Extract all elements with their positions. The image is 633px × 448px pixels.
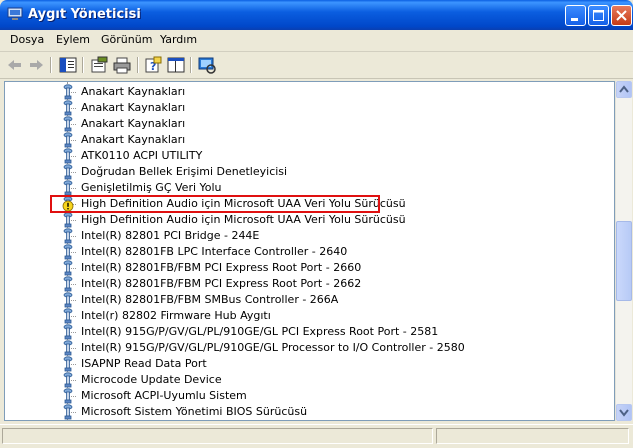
device-label: Anakart Kaynakları xyxy=(81,85,186,98)
device-row[interactable]: ATK0110 ACPI UTILITY xyxy=(5,148,614,164)
device-row[interactable]: Intel(R) 82801 PCI Bridge - 244E xyxy=(5,228,614,244)
device-row[interactable]: Microsoft Sistem Yönetimi BIOS Sürücüsü xyxy=(5,404,614,420)
back-icon[interactable] xyxy=(5,56,25,74)
device-icon xyxy=(61,84,75,100)
device-row[interactable]: Anakart Kaynakları xyxy=(5,84,614,100)
status-cell-main xyxy=(2,428,433,444)
device-icon xyxy=(61,132,75,148)
console-view-icon[interactable] xyxy=(166,56,186,74)
device-icon xyxy=(61,292,75,308)
close-icon xyxy=(616,10,627,21)
maximize-icon xyxy=(593,10,604,21)
highlight-box xyxy=(50,195,380,213)
device-label: Anakart Kaynakları xyxy=(81,117,186,130)
device-label: Intel(r) 82802 Firmware Hub Aygıtı xyxy=(81,309,271,322)
print-icon[interactable] xyxy=(112,56,132,74)
title-bar[interactable]: Aygıt Yöneticisi xyxy=(0,0,633,30)
device-label: Intel(R) 82801FB/FBM PCI Express Root Po… xyxy=(81,277,362,290)
device-label: Intel(R) 82801FB LPC Interface Controlle… xyxy=(81,245,348,258)
status-bar xyxy=(0,424,633,448)
device-label: Microsoft ACPI-Uyumlu Sistem xyxy=(81,389,247,402)
device-icon xyxy=(61,324,75,340)
device-icon xyxy=(61,372,75,388)
device-icon xyxy=(61,164,75,180)
device-row[interactable]: Intel(R) 82801FB/FBM PCI Express Root Po… xyxy=(5,260,614,276)
minimize-icon xyxy=(571,18,578,21)
device-label: Anakart Kaynakları xyxy=(81,133,186,146)
toolbar: ? xyxy=(0,52,633,79)
device-label: Doğrudan Bellek Erişimi Denetleyicisi xyxy=(81,165,288,178)
device-icon xyxy=(61,100,75,116)
device-icon xyxy=(61,244,75,260)
device-label: ATK0110 ACPI UTILITY xyxy=(81,149,203,162)
show-hide-tree-icon[interactable] xyxy=(58,56,78,74)
device-row[interactable]: Intel(R) 82801FB/FBM PCI Express Root Po… xyxy=(5,276,614,292)
device-label: Intel(R) 915G/P/GV/GL/PL/910GE/GL Proces… xyxy=(81,341,465,354)
help-icon[interactable]: ? xyxy=(143,56,163,74)
device-icon xyxy=(61,388,75,404)
minimize-button[interactable] xyxy=(565,5,586,26)
device-manager-icon xyxy=(7,7,23,20)
forward-icon[interactable] xyxy=(26,56,46,74)
device-label: Intel(R) 82801 PCI Bridge - 244E xyxy=(81,229,260,242)
device-tree[interactable]: Anakart Kaynakları Anakart Kaynakları Anak… xyxy=(4,81,615,421)
maximize-button[interactable] xyxy=(588,5,609,26)
device-label: High Definition Audio için Microsoft UAA… xyxy=(81,213,406,226)
device-row[interactable]: Anakart Kaynakları xyxy=(5,116,614,132)
device-icon xyxy=(61,116,75,132)
device-row[interactable]: ISAPNP Read Data Port xyxy=(5,356,614,372)
menu-yardim[interactable]: Yardım xyxy=(160,33,197,46)
device-row[interactable]: Anakart Kaynakları xyxy=(5,100,614,116)
scroll-thumb[interactable] xyxy=(616,221,632,301)
menu-gorunum[interactable]: Görünüm xyxy=(101,33,152,46)
toolbar-separator xyxy=(190,57,192,73)
device-label: Genişletilmiş GÇ Veri Yolu xyxy=(81,181,222,194)
device-icon xyxy=(61,404,75,420)
device-label: Anakart Kaynakları xyxy=(81,101,186,114)
device-label: Microsoft Sistem Yönetimi BIOS Sürücüsü xyxy=(81,405,308,418)
device-row[interactable]: Microcode Update Device xyxy=(5,372,614,388)
status-cell-secondary xyxy=(436,428,629,444)
scroll-up-button[interactable] xyxy=(616,81,632,98)
close-button[interactable] xyxy=(611,5,632,26)
device-icon xyxy=(61,212,75,228)
device-row[interactable]: High Definition Audio için Microsoft UAA… xyxy=(5,212,614,228)
device-row[interactable]: Doğrudan Bellek Erişimi Denetleyicisi xyxy=(5,164,614,180)
device-icon xyxy=(61,340,75,356)
vertical-scrollbar[interactable] xyxy=(615,81,632,421)
device-row[interactable]: Intel(R) 82801FB LPC Interface Controlle… xyxy=(5,244,614,260)
device-icon xyxy=(61,356,75,372)
menu-eylem[interactable]: Eylem xyxy=(56,33,90,46)
device-row[interactable]: Microsoft ACPI-Uyumlu Sistem xyxy=(5,388,614,404)
device-row[interactable]: Intel(R) 82801FB/FBM SMBus Controller - … xyxy=(5,292,614,308)
device-icon xyxy=(61,148,75,164)
device-label: Intel(R) 82801FB/FBM PCI Express Root Po… xyxy=(81,261,362,274)
device-icon xyxy=(61,228,75,244)
device-icon xyxy=(61,260,75,276)
chevron-up-icon xyxy=(619,85,629,93)
device-row[interactable]: Genişletilmiş GÇ Veri Yolu xyxy=(5,180,614,196)
device-label: ISAPNP Read Data Port xyxy=(81,357,207,370)
device-icon xyxy=(61,308,75,324)
scan-hardware-icon[interactable] xyxy=(197,56,217,74)
toolbar-separator xyxy=(137,57,139,73)
device-row[interactable]: Intel(R) 915G/P/GV/GL/PL/910GE/GL Proces… xyxy=(5,340,614,356)
device-row[interactable]: Intel(R) 915G/P/GV/GL/PL/910GE/GL PCI Ex… xyxy=(5,324,614,340)
chevron-down-icon xyxy=(619,409,629,417)
device-row[interactable]: Intel(r) 82802 Firmware Hub Aygıtı xyxy=(5,308,614,324)
scroll-down-button[interactable] xyxy=(616,404,632,421)
device-label: Intel(R) 915G/P/GV/GL/PL/910GE/GL PCI Ex… xyxy=(81,325,439,338)
menu-bar: Dosya Eylem Görünüm Yardım xyxy=(0,30,633,52)
toolbar-separator xyxy=(82,57,84,73)
device-label: Intel(R) 82801FB/FBM SMBus Controller - … xyxy=(81,293,339,306)
device-icon xyxy=(61,180,75,196)
device-label: Microcode Update Device xyxy=(81,373,222,386)
menu-dosya[interactable]: Dosya xyxy=(10,33,44,46)
properties-icon[interactable] xyxy=(89,56,109,74)
device-icon xyxy=(61,276,75,292)
device-row[interactable]: Anakart Kaynakları xyxy=(5,132,614,148)
toolbar-separator xyxy=(50,57,52,73)
window-title: Aygıt Yöneticisi xyxy=(28,7,141,22)
